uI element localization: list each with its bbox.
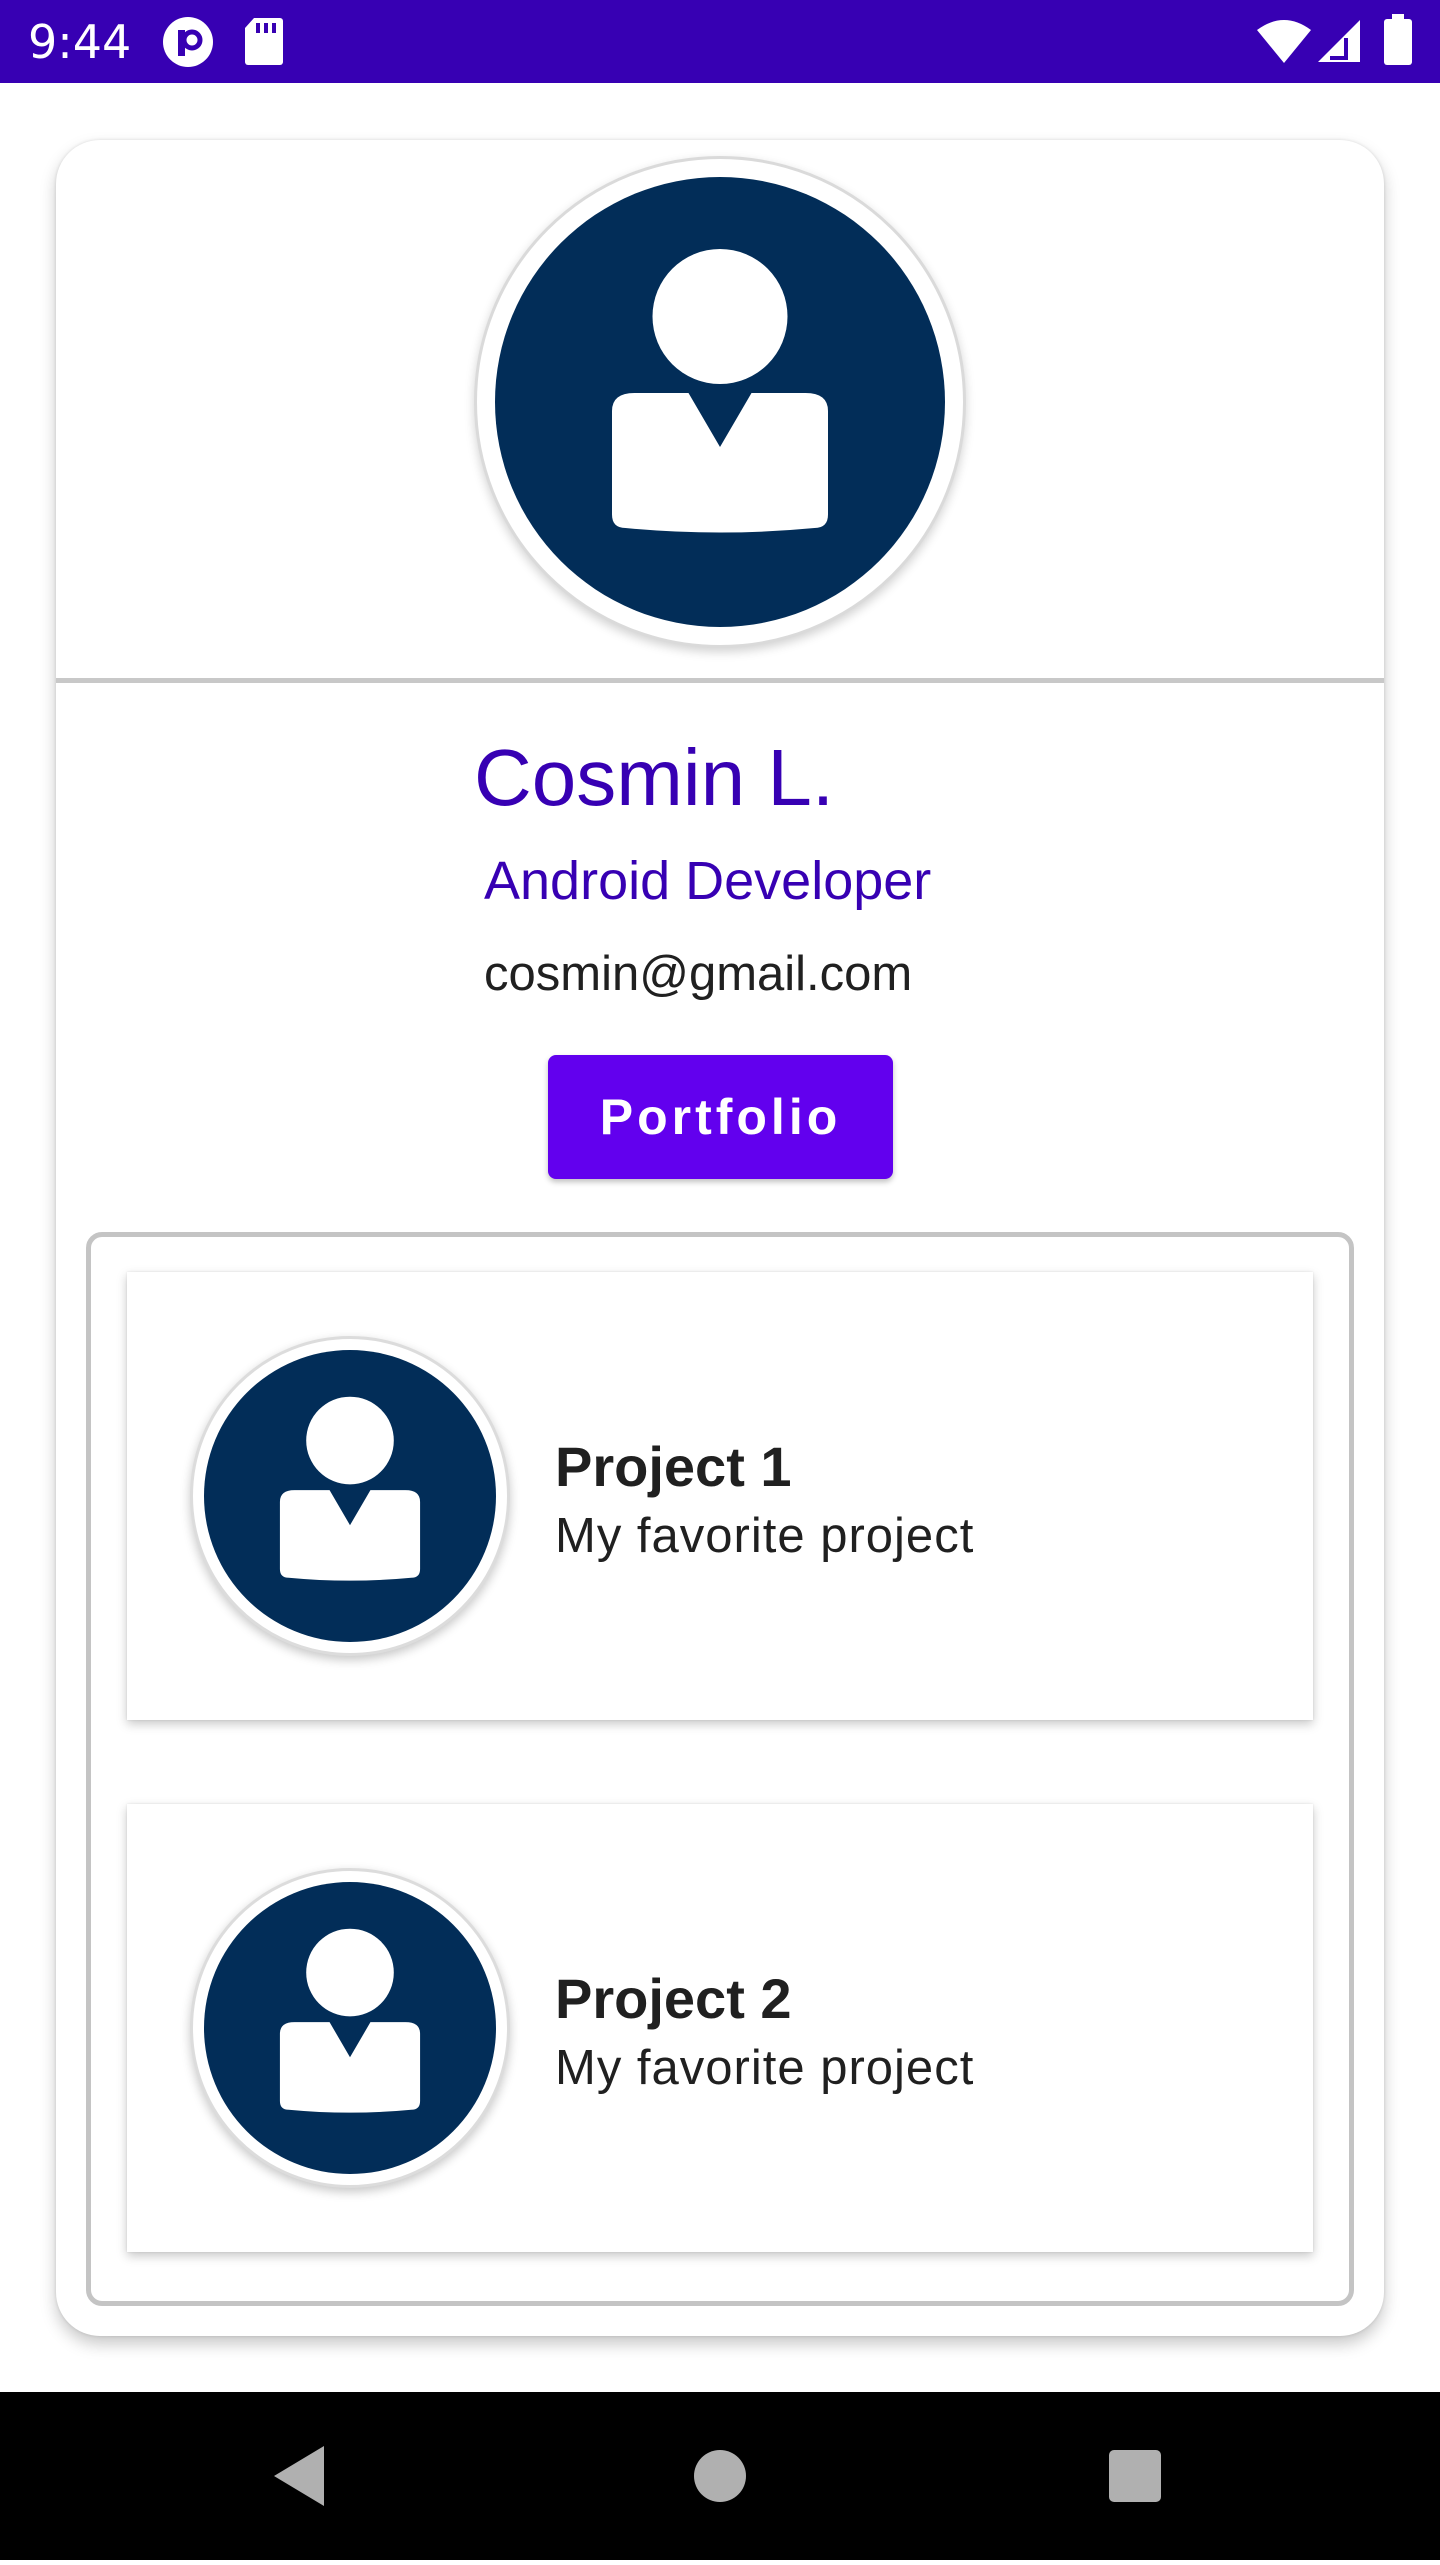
profile-email: cosmin@gmail.com	[484, 947, 913, 1001]
app-notification-icon	[162, 16, 214, 73]
project-description: My favorite project	[555, 2041, 975, 2095]
cell-signal-icon	[1316, 18, 1362, 69]
navigation-bar	[0, 2392, 1440, 2560]
project-card-1[interactable]: Project 1 My favorite project	[127, 1272, 1313, 1720]
person-avatar-icon	[495, 177, 945, 627]
back-icon[interactable]	[250, 2392, 350, 2560]
profile-photo	[474, 156, 966, 648]
wifi-icon	[1256, 18, 1312, 69]
profile-name: Cosmin L.	[474, 733, 835, 822]
status-bar: 9:44	[0, 0, 1440, 83]
project-avatar	[190, 1868, 510, 2188]
sd-card-icon	[244, 16, 284, 71]
project-avatar	[190, 1336, 510, 1656]
project-card-2[interactable]: Project 2 My favorite project	[127, 1804, 1313, 2252]
battery-icon	[1382, 14, 1414, 71]
project-title: Project 2	[555, 1967, 792, 2030]
portfolio-button[interactable]: Portfolio	[548, 1055, 893, 1179]
project-title: Project 1	[555, 1435, 792, 1498]
project-description: My favorite project	[555, 1509, 975, 1563]
home-icon[interactable]	[670, 2392, 770, 2560]
person-avatar-icon	[204, 1350, 496, 1642]
recents-icon[interactable]	[1084, 2392, 1184, 2560]
header-divider	[56, 678, 1384, 683]
profile-role: Android Developer	[484, 851, 932, 911]
status-time: 9:44	[28, 15, 132, 69]
person-avatar-icon	[204, 1882, 496, 2174]
